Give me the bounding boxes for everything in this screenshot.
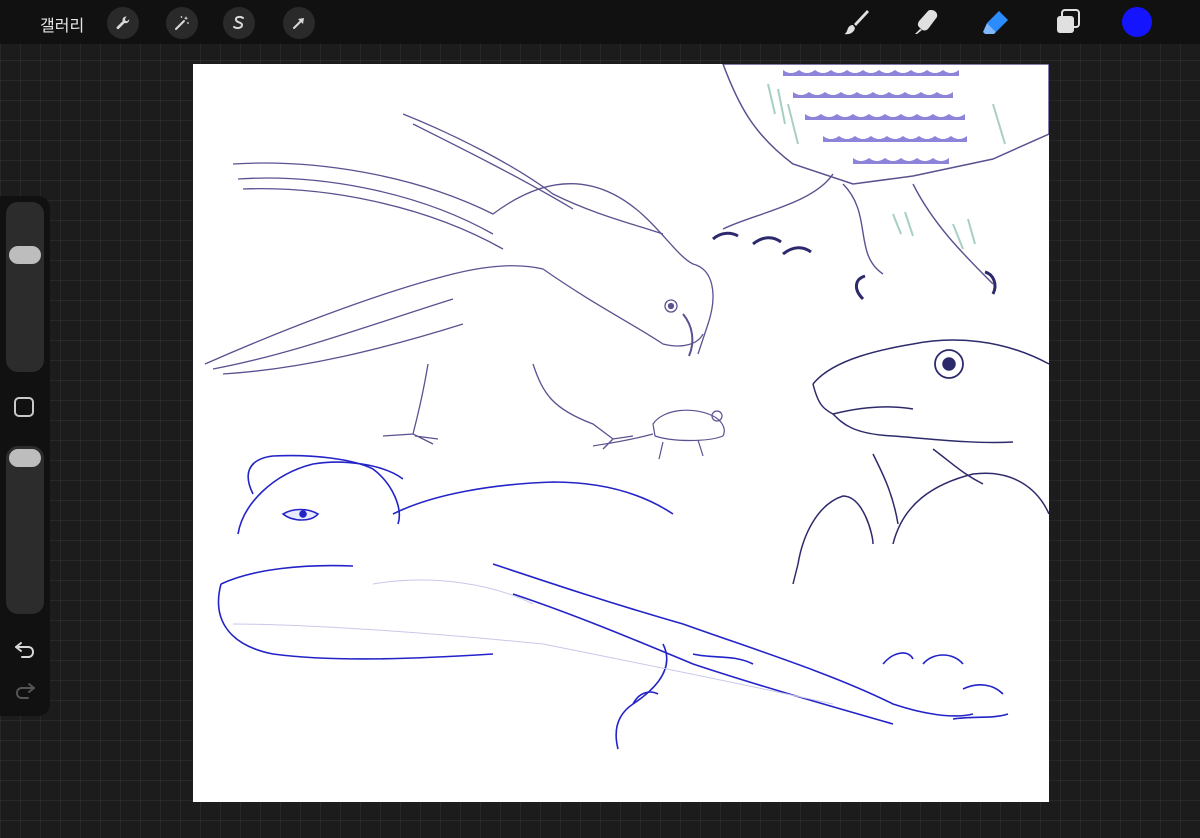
mouse-sketch	[592, 409, 725, 460]
layers-icon	[1057, 9, 1080, 33]
brush-size-slider[interactable]	[6, 202, 44, 372]
smudge-tool[interactable]	[908, 6, 944, 38]
top-toolbar: 갤러리	[0, 0, 1200, 44]
transform-arrow-icon	[293, 18, 304, 29]
gallery-button[interactable]: 갤러리	[40, 12, 84, 36]
reclining-bird-sketch	[217, 454, 1009, 750]
bird-sketches-artwork	[204, 64, 1049, 750]
opacity-slider[interactable]	[6, 446, 44, 614]
smudge-icon	[915, 10, 938, 34]
left-sidebar	[0, 196, 50, 716]
brush-icon	[844, 10, 869, 35]
feathered-bird-sketch	[712, 64, 1049, 301]
reclining-bird-underdrawing	[232, 579, 834, 705]
magic-wand-icon	[175, 16, 189, 30]
wrench-icon	[116, 16, 130, 30]
eagle-head-sketch	[792, 339, 1049, 585]
redo-icon[interactable]	[13, 679, 37, 701]
selection-icon	[233, 15, 244, 30]
transform-button[interactable]	[283, 7, 315, 39]
adjustments-button[interactable]	[166, 7, 198, 39]
layers-tool[interactable]	[1050, 6, 1086, 38]
brush-size-thumb[interactable]	[9, 246, 41, 264]
drawing-canvas[interactable]	[193, 64, 1049, 802]
undo-icon[interactable]	[13, 638, 37, 660]
actions-button[interactable]	[107, 7, 139, 39]
color-picker-button[interactable]	[1122, 7, 1152, 37]
hawk-sketch	[204, 113, 714, 450]
modify-square-icon[interactable]	[14, 397, 34, 417]
brush-tool[interactable]	[838, 6, 874, 38]
selection-button[interactable]	[223, 7, 255, 39]
eraser-icon	[983, 11, 1008, 34]
eraser-tool[interactable]	[978, 6, 1014, 38]
opacity-thumb[interactable]	[9, 449, 41, 467]
